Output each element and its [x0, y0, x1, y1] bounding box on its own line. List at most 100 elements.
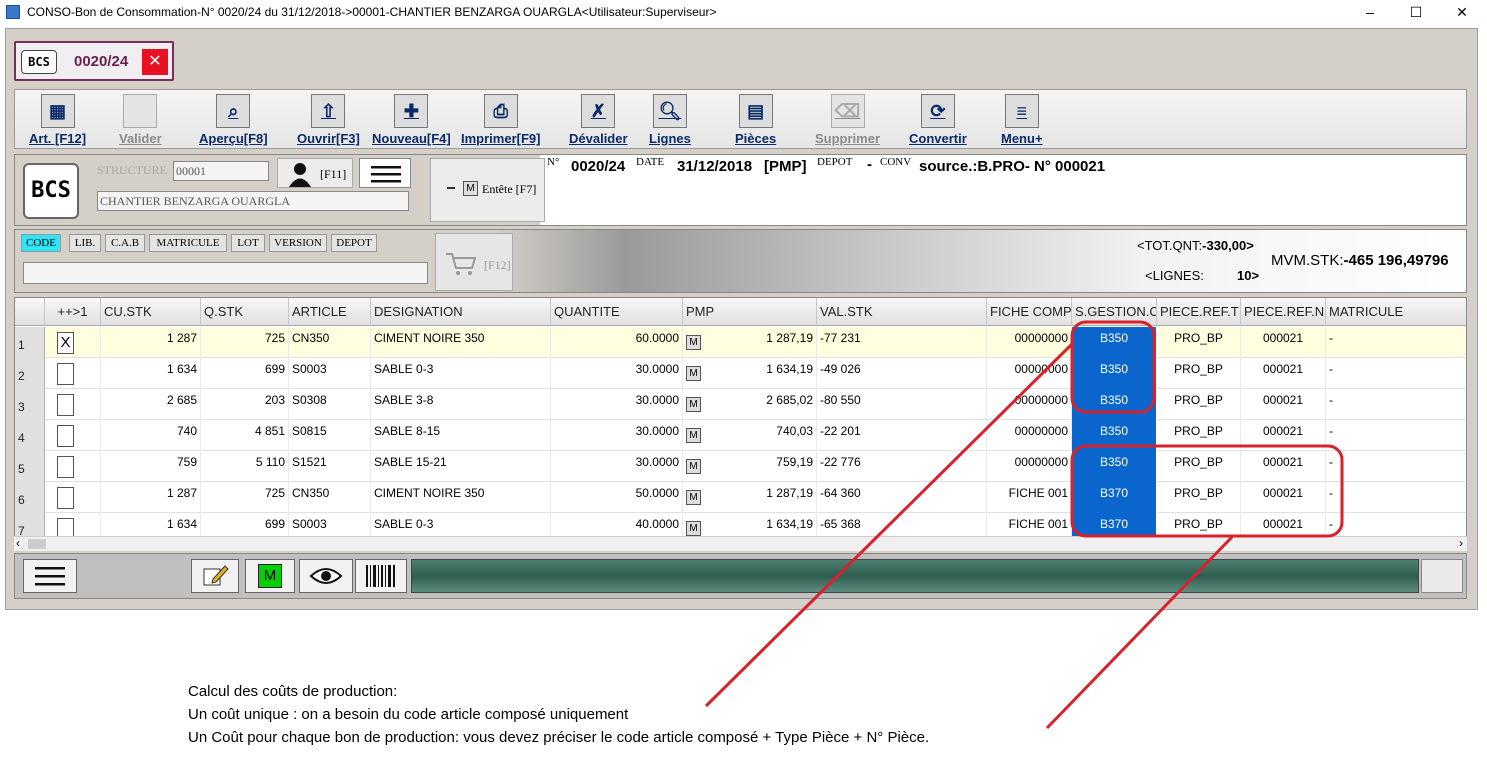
column-header[interactable]: DESIGNATION: [371, 298, 551, 326]
tot-qnt-label: <TOT.QNT:: [1137, 238, 1203, 253]
toolbar-button-8[interactable]: ▤ Pièces: [735, 94, 776, 148]
toolbar-button-7[interactable]: 🔍︎ Lignes: [649, 94, 691, 148]
search-tab[interactable]: MATRICULE: [149, 234, 227, 252]
table-row[interactable]: 5 759 5 110 S1521 SABLE 15-21 30.0000 M 759,19-…: [15, 451, 1466, 482]
column-header[interactable]: PIECE.REF.N: [1241, 298, 1326, 326]
cell-sg: B350: [1072, 389, 1157, 420]
column-header[interactable]: VAL.STK: [817, 298, 987, 326]
column-header[interactable]: [15, 298, 45, 326]
cell-q: 203: [201, 389, 289, 420]
hamburger-icon: [35, 567, 65, 586]
toolbar-button-6[interactable]: ✗ Dévalider: [569, 94, 628, 148]
column-header[interactable]: S.GESTION.C: [1072, 298, 1157, 326]
row-checkbox-cell[interactable]: [45, 358, 101, 389]
client-area: BCS 0020/24 ✕ ▦ Art. [F12] Valider ⌕ Aperçu[…: [5, 28, 1478, 610]
row-checkbox[interactable]: [57, 363, 74, 385]
toolbar-button-2[interactable]: ⌕ Aperçu[F8]: [199, 94, 268, 148]
cell-val: -64 360: [817, 482, 987, 513]
user-button[interactable]: [F11]: [277, 158, 353, 188]
table-row[interactable]: 1X 1 287 725 CN350 CIMENT NOIRE 350 60.0000 M 1…: [15, 327, 1466, 358]
row-checkbox[interactable]: [57, 487, 74, 509]
bcs-logo: BCS: [23, 163, 79, 219]
column-header[interactable]: ++>1: [45, 298, 101, 326]
structure-code-field[interactable]: 00001: [173, 161, 269, 181]
entete-button[interactable]: M Entête [F7]: [430, 158, 545, 222]
table-row[interactable]: 4 740 4 851 S0815 SABLE 8-15 30.0000 M 740,03 -2…: [15, 420, 1466, 451]
column-header[interactable]: ARTICLE: [289, 298, 371, 326]
column-header[interactable]: PMP: [683, 298, 817, 326]
preview-icon: ⌕: [216, 94, 251, 128]
toolbar-button-0[interactable]: ▦ Art. [F12]: [29, 94, 86, 148]
bottom-menu-button[interactable]: [23, 559, 77, 593]
search-tab[interactable]: VERSION: [269, 234, 327, 252]
tot-qnt: <TOT.QNT:-330,00>: [1137, 238, 1254, 253]
structure-name-field[interactable]: CHANTIER BENZARGA OUARGLA: [97, 191, 409, 211]
toolbar-button-label: Aperçu[F8]: [199, 131, 268, 146]
shelf-icon: ▦: [40, 94, 75, 128]
cart-button[interactable]: [F12]: [435, 233, 513, 291]
search-tab[interactable]: CODE: [21, 234, 61, 252]
pmp-cell: M 740,03: [683, 420, 817, 451]
lignes-value: 10>: [1237, 268, 1260, 283]
m-button[interactable]: M: [245, 559, 295, 593]
table-row[interactable]: 6 1 287 725 CN350 CIMENT NOIRE 350 50.0000 M 1 …: [15, 482, 1466, 513]
row-checkbox[interactable]: X: [57, 332, 74, 354]
close-document-button[interactable]: ✕: [142, 49, 168, 75]
toolbar-button-9[interactable]: ⌫ Supprimer: [815, 94, 880, 148]
delete-icon: ⌫: [830, 94, 865, 128]
column-header[interactable]: Q.STK: [201, 298, 289, 326]
table-row[interactable]: 21 634 699 S0003 SABLE 0-3 30.0000 M 1 634,19-…: [15, 358, 1466, 389]
bottom-end-button[interactable]: [1421, 559, 1463, 593]
search-tab[interactable]: C.A.B: [105, 234, 145, 252]
maximize-button[interactable]: ☐: [1393, 0, 1439, 24]
toolbar-button-label: Menu+: [1001, 131, 1043, 146]
toolbar-button-1[interactable]: Valider: [119, 94, 162, 148]
column-header[interactable]: CU.STK: [101, 298, 201, 326]
pmp-value: 2 685,02: [766, 393, 813, 407]
row-checkbox-cell[interactable]: [45, 420, 101, 451]
search-input[interactable]: [23, 262, 428, 284]
structure-menu-button[interactable]: [359, 158, 411, 188]
horizontal-scrollbar[interactable]: ‹ ›: [14, 536, 1467, 551]
scroll-thumb[interactable]: [28, 539, 46, 549]
toolbar-button-label: Imprimer[F9]: [461, 131, 541, 146]
edit-button[interactable]: [191, 559, 239, 593]
row-checkbox[interactable]: [57, 456, 74, 478]
toolbar-button-3[interactable]: ⇧ Ouvrir[F3]: [297, 94, 360, 148]
row-checkbox[interactable]: [57, 425, 74, 447]
row-checkbox[interactable]: [57, 394, 74, 416]
row-checkbox-cell[interactable]: [45, 451, 101, 482]
row-checkbox-cell[interactable]: X: [45, 327, 101, 358]
scroll-left-icon[interactable]: ‹: [16, 536, 20, 550]
toolbar-button-10[interactable]: ⟳ Convertir: [909, 94, 967, 148]
column-header[interactable]: MATRICULE: [1326, 298, 1466, 326]
column-header[interactable]: QUANTITE: [551, 298, 683, 326]
cell-fiche: 00000000: [987, 451, 1072, 482]
m-icon: M: [686, 459, 701, 474]
cell-fiche: 00000000: [987, 420, 1072, 451]
row-checkbox-cell[interactable]: [45, 389, 101, 420]
row-checkbox-cell[interactable]: [45, 482, 101, 513]
search-tab[interactable]: DEPOT: [331, 234, 377, 252]
structure-label: STRUCTURE: [97, 163, 168, 177]
column-header[interactable]: PIECE.REF.T: [1157, 298, 1241, 326]
search-tab[interactable]: LOT: [231, 234, 265, 252]
close-window-button[interactable]: ✕: [1439, 0, 1485, 24]
toolbar-button-11[interactable]: ≡ Menu+: [1001, 94, 1043, 148]
scroll-right-icon[interactable]: ›: [1459, 536, 1463, 550]
toolbar-button-label: Art. [F12]: [29, 131, 87, 146]
minimize-button[interactable]: –: [1347, 0, 1393, 24]
document-tab[interactable]: BCS 0020/24 ✕: [14, 41, 174, 81]
annotation-line-1: Calcul des coûts de production:: [188, 683, 398, 700]
view-button[interactable]: [299, 559, 353, 593]
toolbar-button-4[interactable]: ✚ Nouveau[F4]: [372, 94, 451, 148]
cell-qte: 50.0000: [551, 482, 683, 513]
cell-q: 725: [201, 327, 289, 358]
m-icon: M: [686, 521, 701, 536]
search-tab[interactable]: LIB.: [69, 234, 101, 252]
toolbar-button-5[interactable]: ⎙ Imprimer[F9]: [461, 94, 540, 148]
barcode-button[interactable]: [355, 559, 407, 593]
column-header[interactable]: FICHE COMP: [987, 298, 1072, 326]
bottom-bar: M: [14, 553, 1467, 599]
table-row[interactable]: 32 685 203 S0308 SABLE 3-8 30.0000 M 2 685,02-…: [15, 389, 1466, 420]
